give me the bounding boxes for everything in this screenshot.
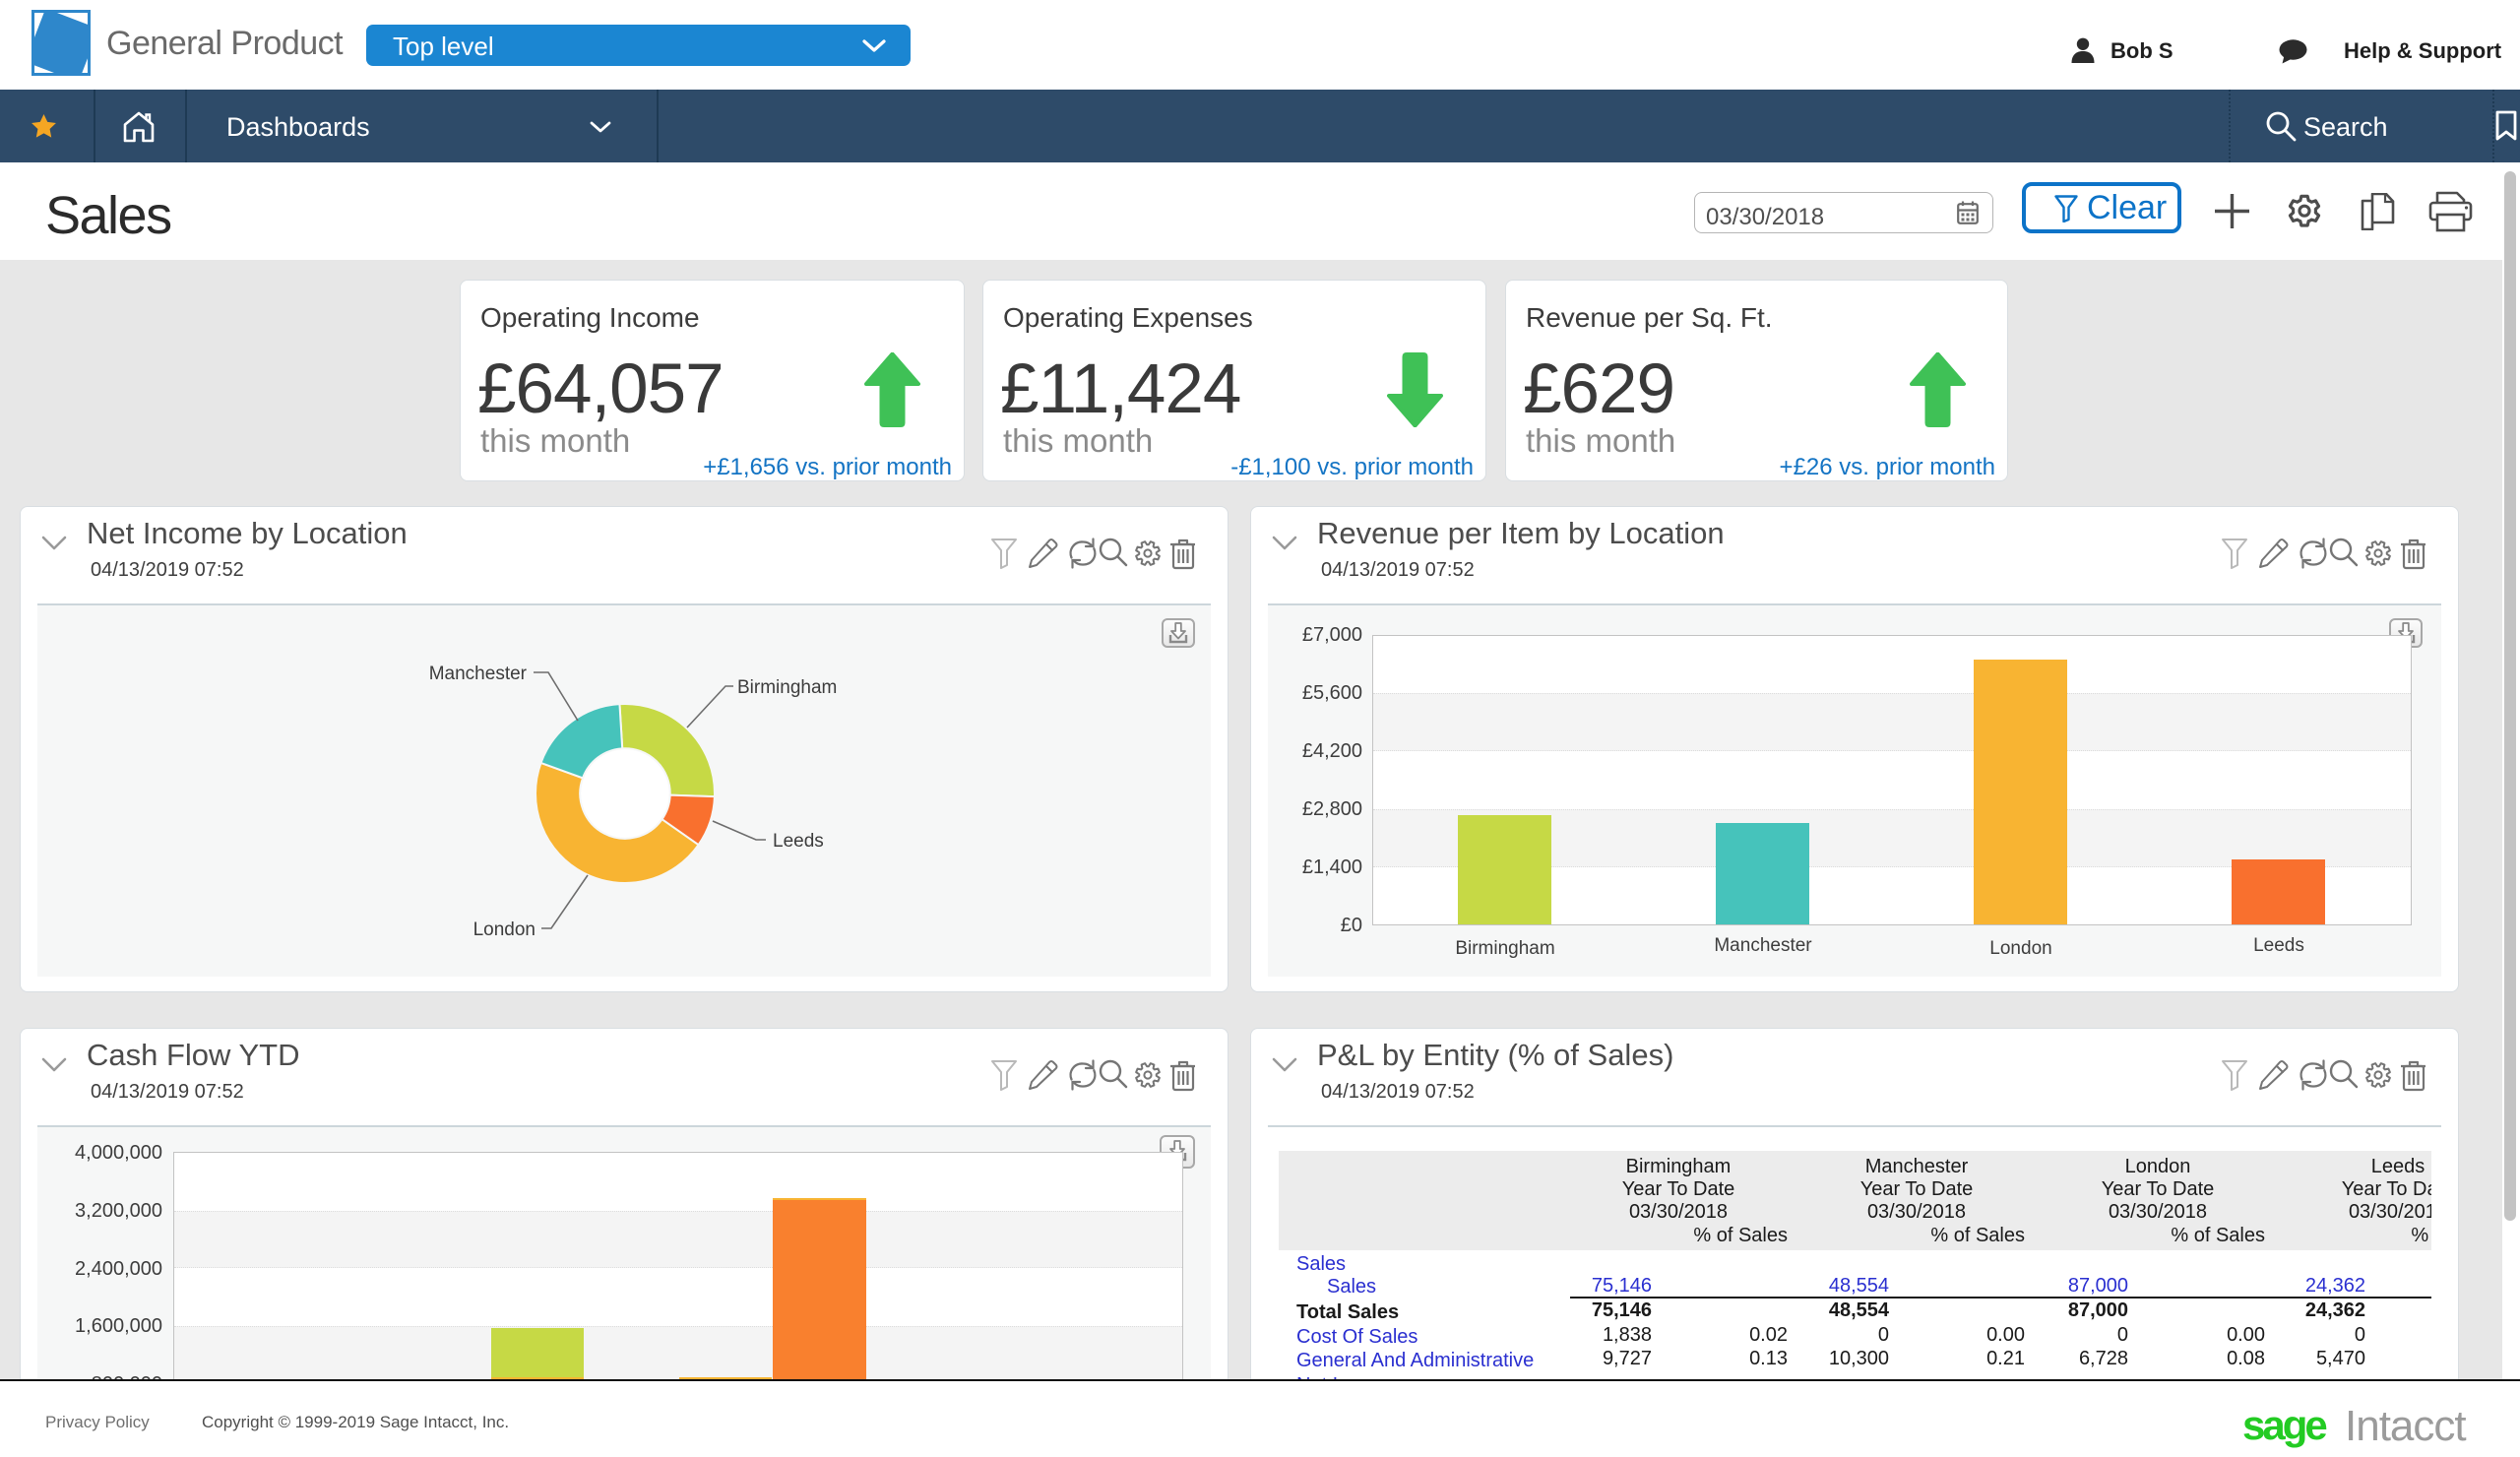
svg-text:Manchester: Manchester xyxy=(429,664,528,684)
svg-text:Leeds: Leeds xyxy=(773,831,824,852)
svg-text:London: London xyxy=(473,919,536,940)
svg-text:Birmingham: Birmingham xyxy=(737,677,837,698)
